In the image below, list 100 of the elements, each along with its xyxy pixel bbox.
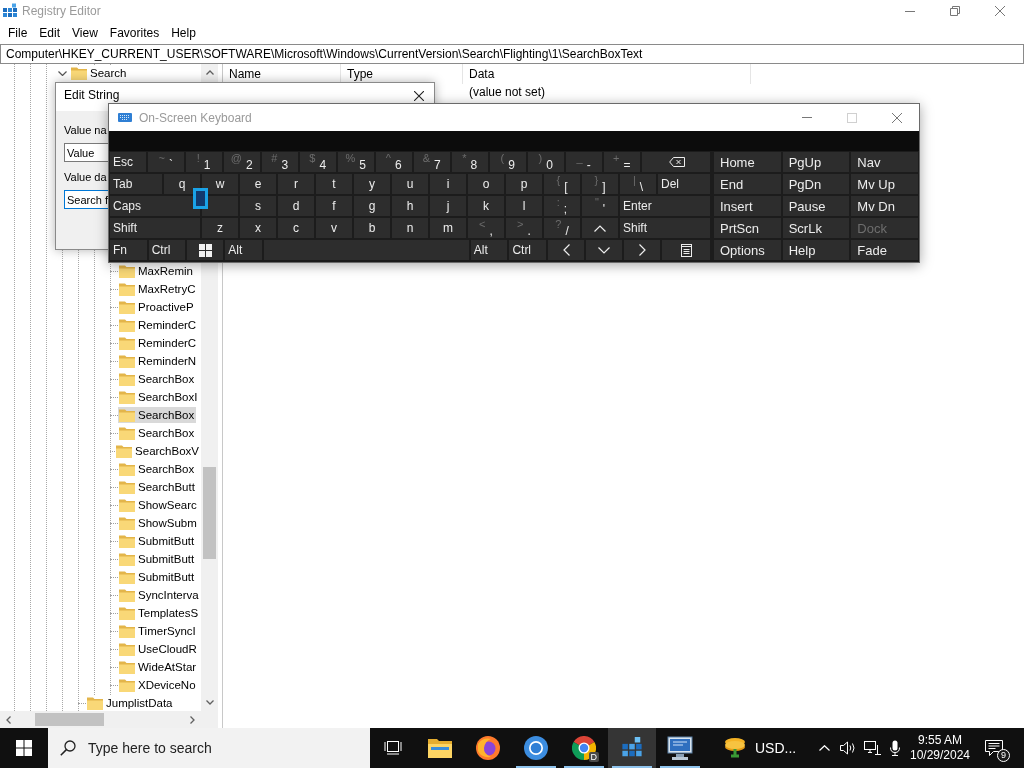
tree-item[interactable]: SearchBox <box>118 425 197 441</box>
taskbar-app-button[interactable] <box>608 728 656 768</box>
keyboard-key[interactable]: z <box>202 218 238 238</box>
tree-item[interactable]: SubmitButt <box>118 551 197 567</box>
keyboard-key[interactable]: { [ <box>544 174 580 194</box>
keyboard-key[interactable]: g <box>354 196 390 216</box>
keyboard-key[interactable]: v <box>316 218 352 238</box>
keyboard-key[interactable]: t <box>316 174 352 194</box>
keyboard-key[interactable]: Ctrl <box>148 240 186 260</box>
keyboard-key[interactable]: ? / <box>544 218 580 238</box>
clock-button[interactable]: 9:55 AM 10/29/2024 <box>906 728 974 768</box>
tree-item[interactable]: WideAtStar <box>118 659 199 675</box>
tree-item[interactable]: SearchButt <box>118 479 197 495</box>
tree-item[interactable]: SearchBoxI <box>118 389 200 405</box>
keyboard-key[interactable]: Esc <box>110 152 146 172</box>
tree-item[interactable]: SearchBox <box>118 407 197 423</box>
address-field[interactable]: Computer\HKEY_CURRENT_USER\SOFTWARE\Microsoft\Windows\CurrentVersion\Search\Flighting\1\SearchBoxText <box>0 44 1024 64</box>
keyboard-key[interactable]: ScrLk <box>782 218 850 238</box>
keyboard-key[interactable]: r <box>278 174 314 194</box>
keyboard-key[interactable]: x <box>240 218 276 238</box>
keyboard-key[interactable]: Fade <box>851 240 918 260</box>
column-header[interactable]: Data <box>463 64 751 84</box>
keyboard-key[interactable]: Del <box>658 174 710 194</box>
keyboard-key[interactable]: Shift <box>620 218 710 238</box>
keyboard-key[interactable]: ! 1 <box>185 152 222 172</box>
keyboard-key[interactable]: l <box>506 196 542 216</box>
keyboard-key[interactable]: Insert <box>714 196 781 216</box>
keyboard-key[interactable] <box>187 240 224 260</box>
tree-item[interactable]: Search <box>70 65 129 81</box>
menu-item[interactable]: View <box>66 24 104 42</box>
keyboard-key[interactable] <box>641 152 710 172</box>
keyboard-key[interactable]: o <box>468 174 504 194</box>
keyboard-key[interactable]: PgUp <box>782 152 850 172</box>
keyboard-key[interactable]: ) 0 <box>527 152 564 172</box>
keyboard-key[interactable]: q <box>164 174 200 194</box>
keyboard-key[interactable]: | \ <box>620 174 656 194</box>
keyboard-key[interactable] <box>662 240 710 260</box>
tree-item[interactable]: SyncInterva <box>118 587 201 603</box>
keyboard-key[interactable]: j <box>430 196 466 216</box>
menu-item[interactable]: Help <box>165 24 202 42</box>
keyboard-key[interactable]: Caps <box>110 196 200 216</box>
keyboard-key[interactable]: Mv Up <box>851 174 918 194</box>
tree-item[interactable]: TimerSyncI <box>118 623 198 639</box>
keyboard-key[interactable]: < , <box>468 218 504 238</box>
tree-item[interactable]: ShowSubm <box>118 515 199 531</box>
tree-item[interactable]: SubmitButt <box>118 569 197 585</box>
keyboard-key[interactable]: ^ 6 <box>375 152 412 172</box>
keyboard-key[interactable]: w <box>202 174 238 194</box>
keyboard-key[interactable]: Nav <box>851 152 918 172</box>
keyboard-key[interactable]: * 8 <box>451 152 488 172</box>
keyboard-key[interactable]: Options <box>714 240 781 260</box>
keyboard-key[interactable]: _ - <box>565 152 602 172</box>
tree-item[interactable]: SearchBox <box>118 371 197 387</box>
keyboard-key[interactable]: ~ ` <box>147 152 184 172</box>
taskbar-app-button[interactable]: USD... <box>704 728 805 768</box>
keyboard-key[interactable]: u <box>392 174 428 194</box>
tree-item[interactable]: UseCloudR <box>118 641 199 657</box>
keyboard-key[interactable]: } ] <box>582 174 618 194</box>
tree-item[interactable]: MaxRetryC <box>118 281 198 297</box>
keyboard-key[interactable]: e <box>240 174 276 194</box>
tree-item[interactable]: TemplatesS <box>118 605 201 621</box>
keyboard-key[interactable]: Fn <box>110 240 147 260</box>
keyboard-key[interactable]: Help <box>782 240 850 260</box>
tree-item[interactable]: XDeviceNo <box>118 677 198 693</box>
keyboard-key[interactable]: ( 9 <box>489 152 526 172</box>
keyboard-key[interactable]: Pause <box>782 196 850 216</box>
keyboard-key[interactable]: Enter <box>620 196 710 216</box>
keyboard-key[interactable]: $ 4 <box>299 152 336 172</box>
tree-item[interactable]: MaxRemin <box>118 263 195 279</box>
keyboard-key[interactable]: b <box>354 218 390 238</box>
scroll-thumb[interactable] <box>35 713 104 726</box>
keyboard-key[interactable]: Shift <box>110 218 200 238</box>
keyboard-key[interactable]: " ' <box>582 196 618 216</box>
notifications-button[interactable]: 9 <box>974 728 1014 768</box>
tree-item[interactable]: JumplistData <box>86 695 175 711</box>
keyboard-key[interactable]: PgDn <box>782 174 850 194</box>
keyboard-key[interactable]: s <box>240 196 276 216</box>
menu-item[interactable]: Edit <box>33 24 67 42</box>
scroll-thumb[interactable] <box>203 467 216 560</box>
keyboard-key[interactable]: n <box>392 218 428 238</box>
tree-item[interactable]: ReminderC <box>118 317 199 333</box>
keyboard-key[interactable]: End <box>714 174 781 194</box>
tree-item[interactable]: ShowSearc <box>118 497 199 513</box>
keyboard-key[interactable]: # 3 <box>261 152 298 172</box>
keyboard-key[interactable]: & 7 <box>413 152 450 172</box>
horizontal-scrollbar[interactable] <box>0 711 201 728</box>
keyboard-key[interactable]: d <box>278 196 314 216</box>
menu-item[interactable]: Favorites <box>103 24 166 42</box>
keyboard-key[interactable]: % 5 <box>337 152 374 172</box>
keyboard-key[interactable]: Alt <box>225 240 262 260</box>
keyboard-key[interactable]: y <box>354 174 390 194</box>
keyboard-key[interactable]: i <box>430 174 466 194</box>
tree-item[interactable]: ReminderN <box>118 353 199 369</box>
keyboard-key[interactable]: c <box>278 218 314 238</box>
keyboard-key[interactable]: @ 2 <box>223 152 260 172</box>
search-field[interactable]: Type here to search <box>48 728 370 768</box>
tree-item[interactable]: ProactiveP <box>118 299 196 315</box>
keyboard-key[interactable]: PrtScn <box>714 218 781 238</box>
keyboard-key[interactable]: p <box>506 174 542 194</box>
menu-item[interactable]: File <box>2 24 34 42</box>
